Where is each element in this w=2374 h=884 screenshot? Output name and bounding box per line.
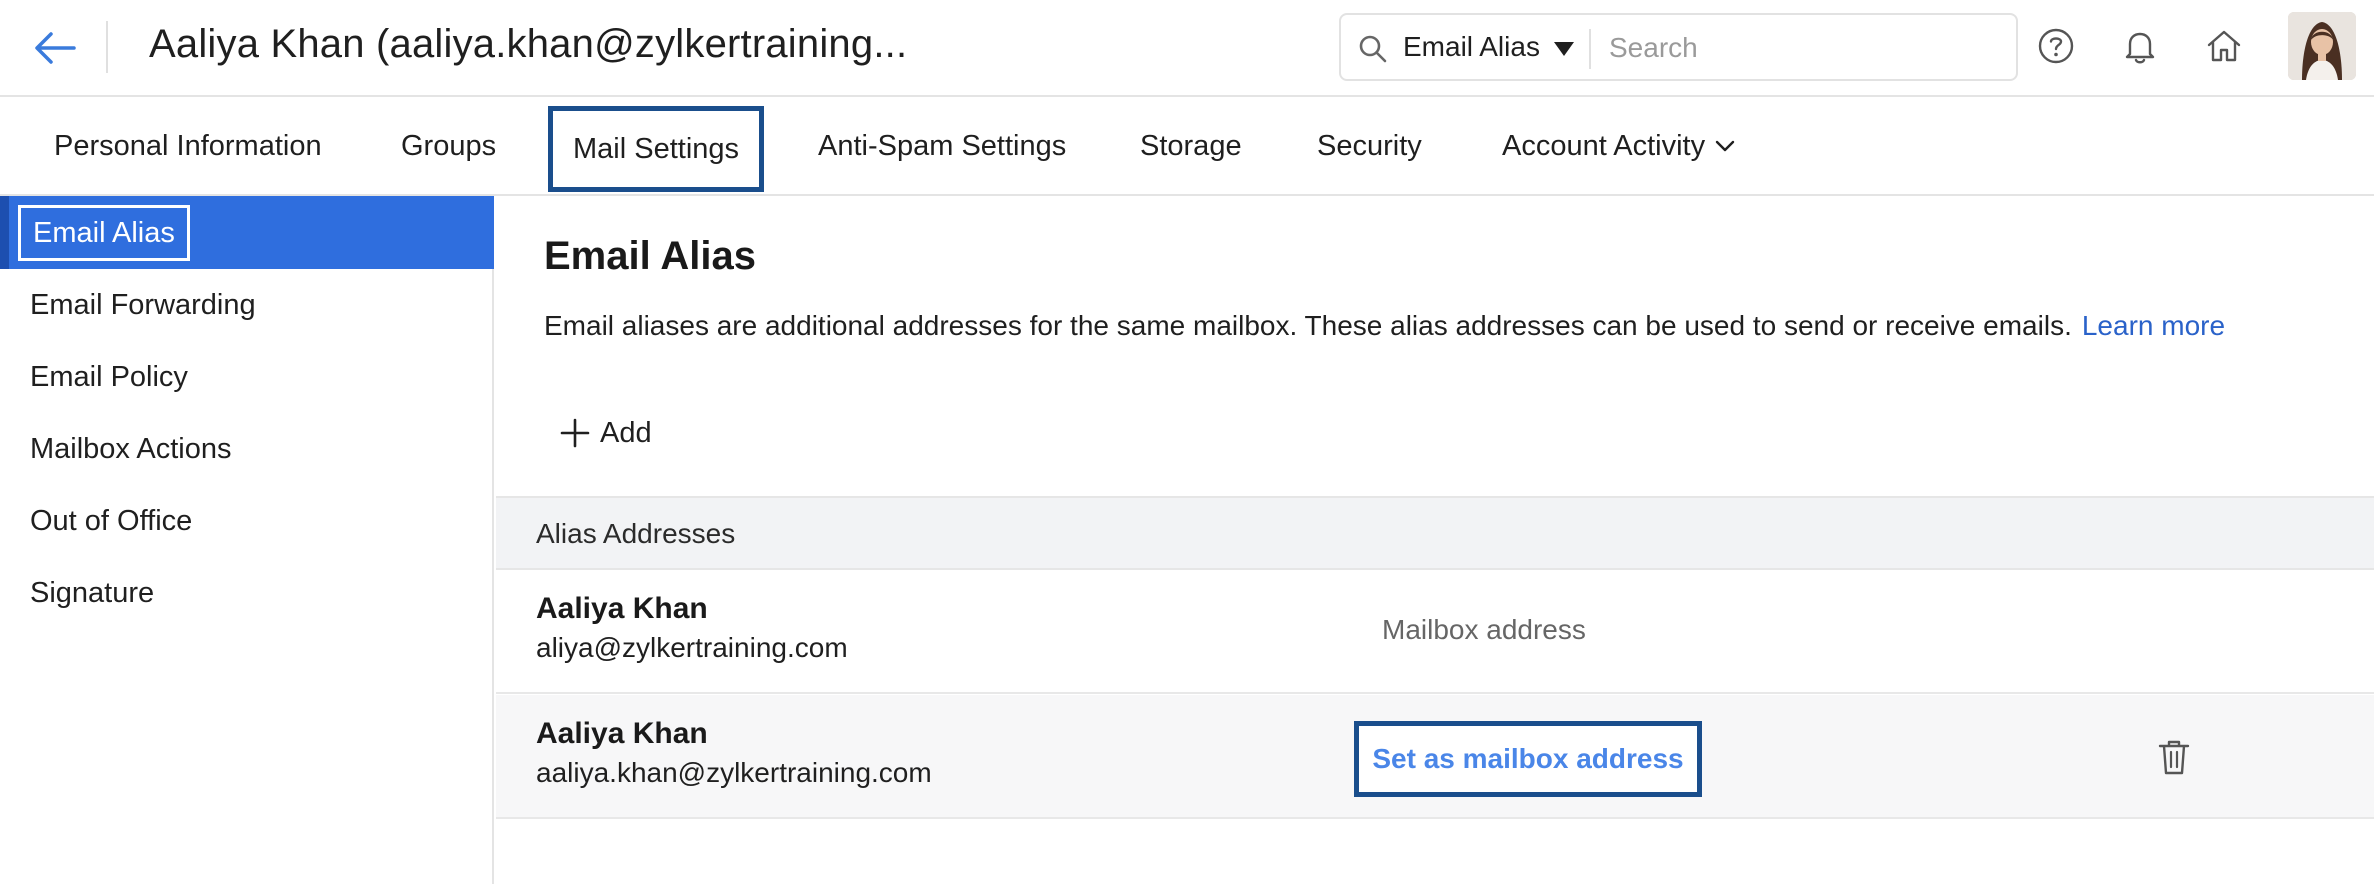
sidebar-item-email-policy[interactable]: Email Policy bbox=[30, 361, 188, 394]
sidebar-item-mailbox-actions[interactable]: Mailbox Actions bbox=[30, 433, 232, 466]
section-description: Email aliases are additional addresses f… bbox=[544, 310, 2225, 342]
search-scope-dropdown[interactable]: Email Alias bbox=[1403, 31, 1540, 63]
header-divider bbox=[106, 21, 108, 73]
sidebar-item-signature[interactable]: Signature bbox=[30, 577, 154, 610]
table-row: Aaliya Khan aliya@zylkertraining.com Mai… bbox=[496, 570, 2374, 694]
tab-groups[interactable]: Groups bbox=[401, 98, 496, 194]
description-text: Email aliases are additional addresses f… bbox=[544, 310, 2072, 341]
tab-anti-spam-settings[interactable]: Anti-Spam Settings bbox=[818, 98, 1066, 194]
set-as-mailbox-address-button[interactable]: Set as mailbox address bbox=[1354, 721, 1702, 797]
tab-mail-settings[interactable]: Mail Settings bbox=[548, 106, 765, 192]
plus-icon bbox=[560, 418, 590, 448]
alias-email: aaliya.khan@zylkertraining.com bbox=[536, 757, 932, 788]
sidebar-item-label: Email Alias bbox=[18, 205, 190, 261]
section-title: Email Alias bbox=[544, 234, 756, 278]
mailbox-address-label: Mailbox address bbox=[1382, 614, 1586, 645]
tab-personal-information[interactable]: Personal Information bbox=[54, 98, 322, 194]
caret-down-icon[interactable] bbox=[1553, 41, 1575, 57]
alias-table-header: Alias Addresses bbox=[496, 496, 2374, 570]
tab-security[interactable]: Security bbox=[1317, 98, 1422, 194]
learn-more-link[interactable]: Learn more bbox=[2082, 310, 2225, 341]
tab-storage[interactable]: Storage bbox=[1140, 98, 1242, 194]
add-label: Add bbox=[600, 416, 652, 449]
avatar[interactable] bbox=[2288, 12, 2356, 80]
search-input[interactable] bbox=[1609, 25, 1999, 71]
table-row: Aaliya Khan aaliya.khan@zylkertraining.c… bbox=[496, 695, 2374, 819]
tab-bar: Personal Information Groups Mail Setting… bbox=[0, 98, 2374, 196]
alias-email: aliya@zylkertraining.com bbox=[536, 632, 848, 663]
alias-name: Aaliya Khan bbox=[536, 717, 708, 750]
sidebar-item-out-of-office[interactable]: Out of Office bbox=[30, 505, 192, 538]
alias-name: Aaliya Khan bbox=[536, 592, 708, 625]
trash-icon[interactable] bbox=[2156, 737, 2192, 777]
active-indicator bbox=[0, 196, 9, 269]
search-box: Email Alias bbox=[1339, 13, 2018, 81]
home-icon[interactable] bbox=[2204, 26, 2244, 66]
chevron-down-icon bbox=[1715, 140, 1735, 152]
sidebar-item-email-forwarding[interactable]: Email Forwarding bbox=[30, 289, 256, 322]
search-icon bbox=[1359, 35, 1387, 63]
bell-icon[interactable] bbox=[2120, 26, 2160, 66]
user-avatar-icon bbox=[2288, 12, 2356, 80]
help-icon[interactable] bbox=[2036, 26, 2076, 66]
page-title: Aaliya Khan (aaliya.khan@zylkertraining.… bbox=[149, 22, 908, 66]
back-arrow-icon bbox=[35, 32, 76, 64]
sidebar-item-email-alias[interactable]: Email Alias bbox=[0, 196, 494, 269]
add-alias-button[interactable]: Add bbox=[560, 408, 652, 458]
tab-account-activity[interactable]: Account Activity bbox=[1502, 98, 1735, 194]
search-separator bbox=[1589, 29, 1591, 69]
sidebar: Email Alias Email Forwarding Email Polic… bbox=[0, 196, 494, 884]
top-header: Aaliya Khan (aaliya.khan@zylkertraining.… bbox=[0, 0, 2374, 97]
back-button[interactable] bbox=[30, 24, 80, 72]
column-header-alias-addresses: Alias Addresses bbox=[536, 518, 736, 549]
tab-account-activity-label: Account Activity bbox=[1502, 129, 1706, 162]
